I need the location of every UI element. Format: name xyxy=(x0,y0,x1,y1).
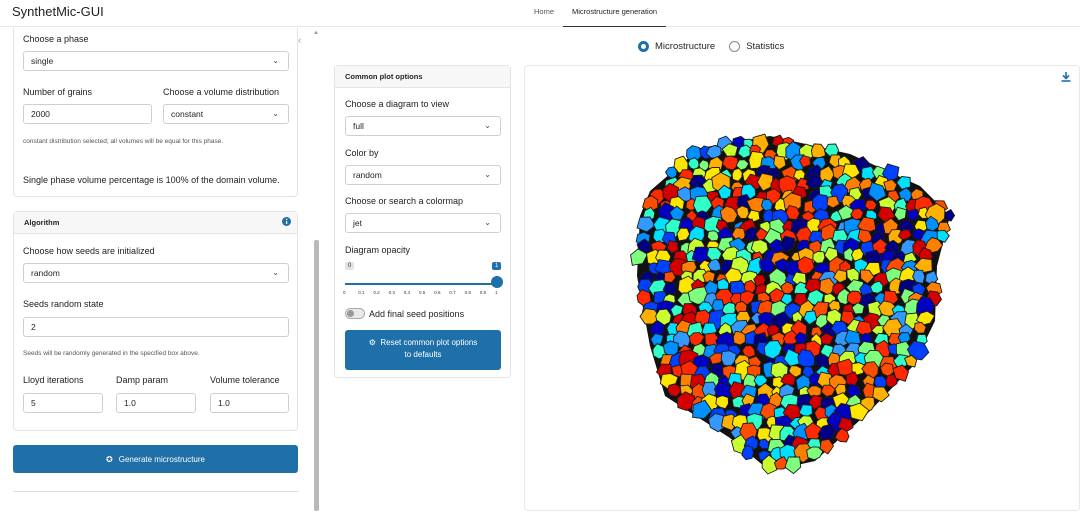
chevron-down-icon: ⌄ xyxy=(272,56,279,65)
sidebar-scrollbar[interactable] xyxy=(314,240,319,511)
opacity-tick-label: 0.1 xyxy=(358,290,365,295)
opacity-tick-label: 0.2 xyxy=(373,290,380,295)
seeds-init-select[interactable]: random ⌄ xyxy=(23,263,289,283)
diagram-select[interactable]: full ⌄ xyxy=(345,116,501,136)
color-by-value: random xyxy=(353,170,382,180)
opacity-slider-track[interactable] xyxy=(345,283,497,285)
generate-microstructure-button[interactable]: ✪ Generate microstructure xyxy=(13,445,298,473)
opacity-min-tag: 0 xyxy=(345,262,355,270)
run-icon: ✪ xyxy=(106,454,113,464)
seed-positions-toggle[interactable] xyxy=(345,308,365,319)
damp-input[interactable]: 1.0 xyxy=(116,393,196,413)
seeds-init-value: random xyxy=(31,268,60,278)
chevron-down-icon: ⌄ xyxy=(484,218,491,227)
grains-label: Number of grains xyxy=(23,87,93,97)
grain xyxy=(812,250,826,264)
grain xyxy=(943,209,956,222)
opacity-label: Diagram opacity xyxy=(345,245,411,255)
chevron-down-icon: ⌄ xyxy=(272,268,279,277)
algorithm-header: Algorithm xyxy=(14,212,297,234)
opacity-tick-label: 0.3 xyxy=(388,290,395,295)
opacity-tick-label: 0.8 xyxy=(464,290,471,295)
color-by-label: Color by xyxy=(345,148,379,158)
volume-distribution-select[interactable]: constant ⌄ xyxy=(163,104,289,124)
phase-select[interactable]: single ⌄ xyxy=(23,51,289,71)
algorithm-card: Algorithm Choose how seeds are initializ… xyxy=(13,211,298,431)
scroll-up-icon[interactable]: ▲ xyxy=(313,30,319,36)
lloyd-label: Lloyd iterations xyxy=(23,375,84,385)
algorithm-title: Algorithm xyxy=(24,218,60,227)
plot-options-card: Common plot options Choose a diagram to … xyxy=(334,65,511,378)
app-title: SynthetMic-GUI xyxy=(12,4,104,19)
chevron-down-icon: ⌄ xyxy=(272,109,279,118)
random-state-label: Seeds random state xyxy=(23,299,104,309)
diagram-label: Choose a diagram to view xyxy=(345,99,450,109)
chevron-down-icon: ⌄ xyxy=(484,121,491,130)
distribution-note: constant distribution selected; all volu… xyxy=(23,138,224,145)
volume-tolerance-input[interactable]: 1.0 xyxy=(210,393,289,413)
seeds-note: Seeds will be randomly generated in the … xyxy=(23,350,200,357)
diagram-value: full xyxy=(353,121,364,131)
volume-distribution-label: Choose a volume distribution xyxy=(163,87,280,97)
tab-home[interactable]: Home xyxy=(525,0,563,27)
grain xyxy=(906,209,919,221)
radio-statistics[interactable] xyxy=(729,41,741,52)
phase-select-value: single xyxy=(31,56,54,66)
opacity-tick-label: 0.4 xyxy=(403,290,411,295)
opacity-tick-label: 0.9 xyxy=(479,290,487,295)
colormap-value: jet xyxy=(353,218,362,228)
opacity-slider-handle[interactable] xyxy=(491,276,503,288)
seed-positions-label: Add final seed positions xyxy=(369,309,465,319)
info-icon[interactable] xyxy=(282,217,291,226)
lloyd-input[interactable]: 5 xyxy=(23,393,103,413)
phase-label: Choose a phase xyxy=(23,34,89,44)
radio-microstructure[interactable] xyxy=(638,41,649,52)
opacity-tick-label: 1 xyxy=(495,290,498,295)
grain xyxy=(810,143,827,159)
volume-tolerance-label: Volume tolerance xyxy=(210,375,280,385)
radio-statistics-label: Statistics xyxy=(746,41,785,52)
reset-label-line1: Reset common plot options xyxy=(380,338,478,347)
microstructure-plot[interactable] xyxy=(524,65,1080,511)
phase-percentage-text: Single phase volume percentage is 100% o… xyxy=(23,175,280,185)
grains-input[interactable]: 2000 xyxy=(23,104,152,124)
phase-card: Choose a phase single ⌄ Number of grains… xyxy=(13,28,298,197)
reset-label-line2: to defaults xyxy=(404,350,442,359)
microstructure-render xyxy=(630,133,956,475)
grain xyxy=(806,446,824,461)
collapse-sidebar-icon[interactable]: ‹ xyxy=(298,35,301,46)
nav-tabs: Home Microstructure generation xyxy=(525,0,667,27)
color-by-select[interactable]: random ⌄ xyxy=(345,165,501,185)
seeds-init-label: Choose how seeds are initialized xyxy=(23,246,155,256)
sidebar-divider xyxy=(13,491,298,492)
gear-icon: ⚙ xyxy=(368,338,376,347)
reset-plot-options-button[interactable]: ⚙ Reset common plot options to defaults xyxy=(345,330,501,370)
plot-options-title: Common plot options xyxy=(345,72,423,81)
grain xyxy=(784,456,802,475)
plot-options-header: Common plot options xyxy=(335,66,510,88)
colormap-select[interactable]: jet ⌄ xyxy=(345,213,501,233)
opacity-tick-label: 0.5 xyxy=(419,290,426,295)
opacity-value-tag: 1 xyxy=(492,262,502,270)
view-selector: Microstructure Statistics xyxy=(638,41,792,52)
tab-microstructure-generation[interactable]: Microstructure generation xyxy=(563,0,667,27)
opacity-ticks: 0 0.1 0.2 0.3 0.4 0.5 0.6 0.7 0.8 0.9 1 xyxy=(343,288,500,296)
chevron-down-icon: ⌄ xyxy=(484,170,491,179)
sidebar: Choose a phase single ⌄ Number of grains… xyxy=(0,28,310,511)
opacity-tick-label: 0.7 xyxy=(449,290,456,295)
colormap-label: Choose or search a colormap xyxy=(345,196,464,206)
top-bar: SynthetMic-GUI Home Microstructure gener… xyxy=(0,0,1080,27)
radio-microstructure-label: Microstructure xyxy=(655,41,716,52)
volume-distribution-value: constant xyxy=(171,109,204,119)
opacity-tick-label: 0 xyxy=(343,290,346,295)
generate-button-label: Generate microstructure xyxy=(118,454,205,464)
damp-label: Damp param xyxy=(116,375,169,385)
opacity-tick-label: 0.6 xyxy=(434,290,441,295)
random-state-input[interactable]: 2 xyxy=(23,317,289,337)
